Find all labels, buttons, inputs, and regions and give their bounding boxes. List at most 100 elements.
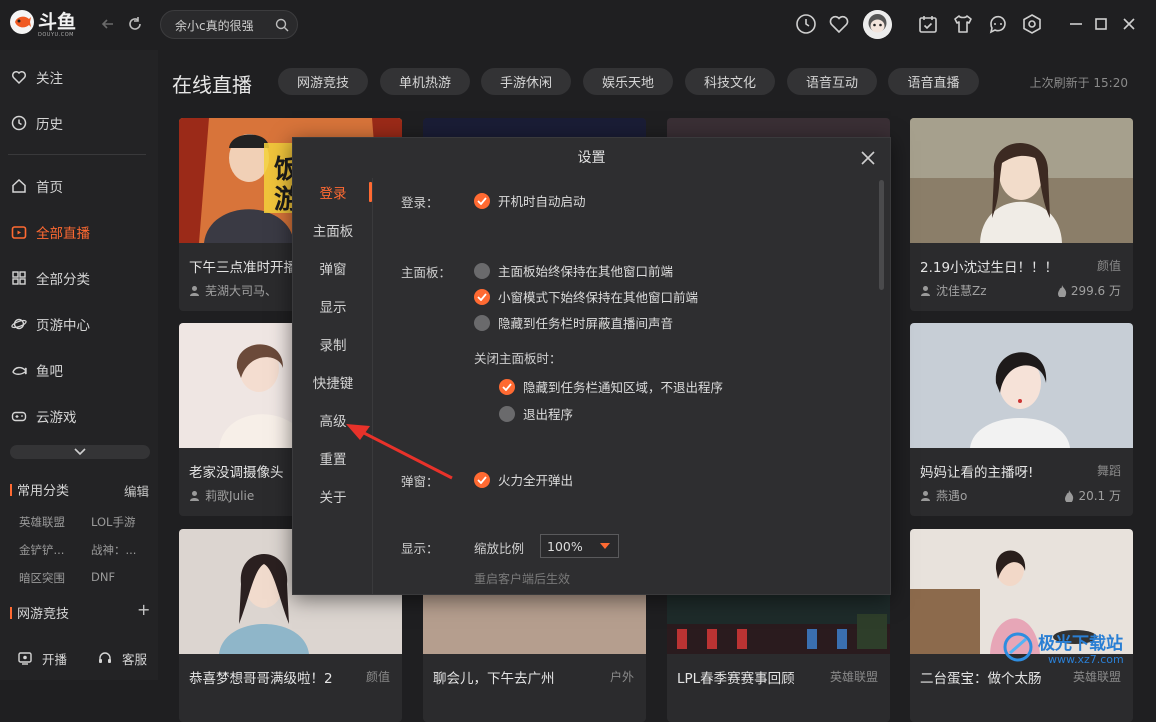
- site-watermark: 极光下载站 www.xz7.com: [1000, 625, 1150, 675]
- history-clock-icon[interactable]: [795, 13, 817, 35]
- sidebar-item-web-games[interactable]: 页游中心: [10, 312, 90, 336]
- dialog-scrollbar[interactable]: [879, 180, 884, 290]
- settings-hexagon-icon[interactable]: [1021, 13, 1043, 35]
- checked-checkbox-icon[interactable]: [474, 288, 490, 305]
- close-window-icon[interactable]: [1118, 13, 1140, 35]
- tab-single-player[interactable]: 单机热游: [380, 68, 470, 95]
- sidebar-item-cloud-games[interactable]: 云游戏: [10, 404, 77, 428]
- settings-tab-popup[interactable]: 弹窗: [293, 260, 373, 280]
- tab-online-games[interactable]: 网游竞技: [278, 68, 368, 95]
- douyu-logo[interactable]: 斗鱼 DOUYU.COM: [10, 10, 76, 38]
- home-icon: [10, 177, 28, 195]
- search-icon[interactable]: [275, 18, 289, 32]
- category-link[interactable]: 暗区突围: [19, 570, 65, 586]
- category-link[interactable]: LOL手游: [91, 514, 135, 530]
- search-input[interactable]: [175, 16, 275, 34]
- tab-mobile-games[interactable]: 手游休闲: [481, 68, 571, 95]
- sidebar-item-follow[interactable]: 关注: [10, 65, 63, 89]
- panel-always-top-option[interactable]: 主面板始终保持在其他窗口前端: [474, 261, 673, 280]
- stream-category-tag[interactable]: 英雄联盟: [830, 668, 878, 685]
- edit-categories-button[interactable]: 编辑: [124, 481, 149, 500]
- stream-category-tag[interactable]: 颜值: [366, 668, 390, 685]
- restart-hint: 重启客户端后生效: [474, 572, 571, 586]
- settings-tab-main-panel[interactable]: 主面板: [293, 222, 373, 242]
- viewer-heat: 20.1 万: [1064, 487, 1121, 504]
- back-arrow-icon[interactable]: [98, 14, 118, 34]
- unchecked-radio-icon[interactable]: [499, 405, 515, 422]
- mini-window-top-option[interactable]: 小窗模式下始终保持在其他窗口前端: [474, 287, 698, 306]
- hide-to-tray-option[interactable]: 隐藏到任务栏通知区域，不退出程序: [499, 377, 723, 396]
- customer-service-button[interactable]: 客服: [96, 646, 147, 670]
- dropdown-arrow-icon: [600, 543, 610, 549]
- add-section-button[interactable]: +: [137, 600, 150, 619]
- tab-voice-interact[interactable]: 语音互动: [787, 68, 877, 95]
- viewer-heat: 299.6 万: [1057, 282, 1121, 299]
- sidebar-item-label: 云游戏: [36, 410, 77, 426]
- user-avatar[interactable]: [863, 10, 892, 39]
- zoom-select[interactable]: 100%: [540, 534, 619, 558]
- sidebar-item-fish-bar[interactable]: 鱼吧: [10, 358, 63, 382]
- task-calendar-icon[interactable]: [917, 13, 939, 35]
- tab-entertainment[interactable]: 娱乐天地: [583, 68, 673, 95]
- stream-title: 老家没调摄像头: [189, 465, 284, 481]
- settings-tab-record[interactable]: 录制: [293, 336, 373, 356]
- stream-title: 聊会儿，下午去广州: [433, 671, 555, 687]
- chevron-down-icon: [74, 448, 86, 456]
- unchecked-checkbox-icon[interactable]: [474, 262, 490, 279]
- message-chat-icon[interactable]: [987, 13, 1009, 35]
- category-link[interactable]: 金铲铲...: [19, 542, 64, 558]
- checked-checkbox-icon[interactable]: [474, 471, 490, 488]
- settings-tab-display[interactable]: 显示: [293, 298, 373, 318]
- sidebar-item-home[interactable]: 首页: [10, 174, 63, 198]
- category-link[interactable]: 战神：...: [91, 542, 136, 558]
- user-icon: [920, 490, 931, 501]
- checked-radio-icon[interactable]: [499, 378, 515, 395]
- stream-title: 2.19小沈过生日！！！: [920, 260, 1059, 276]
- stream-card[interactable]: 妈妈让看的主播呀! 舞蹈 燕遇o 20.1 万: [910, 323, 1133, 516]
- sidebar-item-label: 历史: [36, 117, 63, 133]
- stream-card[interactable]: 2.19小沈过生日！！！ 颜值 沈佳慧Zz 299.6 万: [910, 118, 1133, 311]
- unchecked-checkbox-icon[interactable]: [474, 314, 490, 331]
- broadcast-label: 开播: [42, 651, 68, 667]
- sidebar-item-label: 全部直播: [36, 226, 90, 242]
- auto-start-option[interactable]: 开机时自动启动: [474, 191, 586, 210]
- category-link[interactable]: DNF: [91, 570, 115, 584]
- stream-category-tag[interactable]: 颜值: [1097, 257, 1121, 274]
- sidebar-item-all-live[interactable]: 全部直播: [10, 220, 90, 244]
- settings-tab-about[interactable]: 关于: [293, 488, 373, 508]
- stream-category-tag[interactable]: 户外: [610, 668, 634, 685]
- expand-more-button[interactable]: [10, 445, 150, 459]
- sidebar-item-history[interactable]: 历史: [10, 111, 63, 135]
- refresh-icon[interactable]: [125, 14, 145, 34]
- broadcast-button[interactable]: 开播: [16, 646, 67, 670]
- user-icon: [189, 490, 200, 501]
- minimize-icon[interactable]: [1065, 13, 1087, 35]
- settings-tab-hotkeys[interactable]: 快捷键: [293, 374, 373, 394]
- sidebar-item-label: 全部分类: [36, 272, 90, 288]
- follow-heart-icon[interactable]: [828, 13, 850, 35]
- mute-on-hide-option[interactable]: 隐藏到任务栏时屏蔽直播间声音: [474, 313, 673, 332]
- sidebar-item-all-categories[interactable]: 全部分类: [10, 266, 90, 290]
- sidebar-item-label: 鱼吧: [36, 364, 63, 380]
- close-icon[interactable]: [860, 150, 876, 166]
- last-refresh-time: 上次刷新于 15:20: [1029, 76, 1128, 90]
- checked-checkbox-icon[interactable]: [474, 192, 490, 209]
- stream-category-tag[interactable]: 舞蹈: [1097, 462, 1121, 479]
- option-label: 主面板始终保持在其他窗口前端: [498, 264, 674, 279]
- settings-tab-login[interactable]: 登录: [293, 184, 373, 204]
- streamer-info: 燕遇o: [920, 487, 967, 504]
- skin-tshirt-icon[interactable]: [952, 13, 974, 35]
- tab-tech-culture[interactable]: 科技文化: [685, 68, 775, 95]
- full-fire-popup-option[interactable]: 火力全开弹出: [474, 470, 573, 489]
- streamer-name: 莉歌Julie: [205, 489, 255, 503]
- live-tv-icon: [10, 223, 28, 241]
- flame-icon: [1057, 284, 1067, 297]
- user-icon: [920, 285, 931, 296]
- category-link[interactable]: 英雄联盟: [19, 514, 65, 530]
- maximize-icon[interactable]: [1090, 13, 1112, 35]
- exit-program-option[interactable]: 退出程序: [499, 404, 573, 423]
- search-box[interactable]: [160, 10, 298, 39]
- tab-voice-live[interactable]: 语音直播: [888, 68, 979, 95]
- stream-thumbnail: [910, 323, 1133, 448]
- streamer-info: 莉歌Julie: [189, 487, 254, 504]
